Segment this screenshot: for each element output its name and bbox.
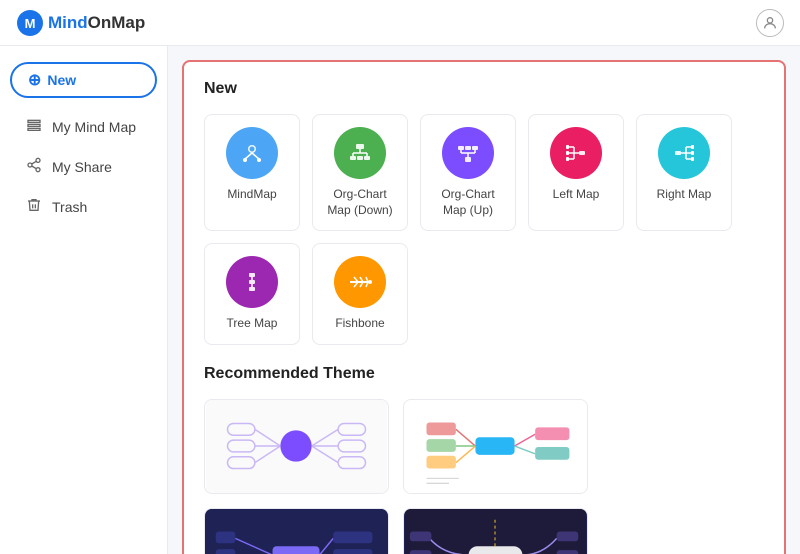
logo-icon: M [16,9,44,37]
mindmap-icon-circle [226,127,278,179]
right-map-icon-circle [658,127,710,179]
map-type-right-map[interactable]: Right Map [636,114,732,231]
mindmap-label: MindMap [227,187,276,203]
org-up-icon-circle [442,127,494,179]
share-icon [26,157,42,177]
right-map-label: Right Map [657,187,712,203]
new-section-title: New [204,80,764,98]
map-type-tree-map[interactable]: Tree Map [204,243,300,345]
map-type-mindmap[interactable]: MindMap [204,114,300,231]
fishbone-label: Fishbone [335,316,384,332]
sidebar-item-trash[interactable]: Trash [8,188,159,226]
new-label: New [47,72,76,88]
recommended-section-title: Recommended Theme [204,365,764,383]
map-type-left-map[interactable]: Left Map [528,114,624,231]
sidebar-item-label: My Share [52,159,112,175]
left-map-label: Left Map [553,187,600,203]
header: M MindOnMap [0,0,800,46]
org-up-label: Org-Chart Map (Up) [429,187,507,218]
org-down-icon-circle [334,127,386,179]
mind-map-icon [26,117,42,137]
theme-card-3[interactable] [204,508,389,554]
sidebar-item-my-mind-map[interactable]: My Mind Map [8,108,159,146]
fishbone-icon-circle [334,256,386,308]
theme-card-4[interactable] [403,508,588,554]
tree-map-icon-circle [226,256,278,308]
sidebar-item-my-share[interactable]: My Share [8,148,159,186]
svg-text:M: M [25,16,36,31]
tree-map-label: Tree Map [227,316,278,332]
map-type-fishbone[interactable]: Fishbone [312,243,408,345]
map-type-grid: MindMap [204,114,764,345]
plus-icon: ⊕ [28,70,41,90]
logo: M MindOnMap [16,9,145,37]
trash-icon [26,197,42,217]
user-avatar-button[interactable] [756,9,784,37]
org-down-label: Org-Chart Map (Down) [321,187,399,218]
content-box: New MindMap [182,60,786,554]
left-map-icon-circle [550,127,602,179]
logo-text: MindOnMap [48,13,145,33]
map-type-org-chart-up[interactable]: Org-Chart Map (Up) [420,114,516,231]
main-layout: ⊕ New My Mind Map My Share [0,46,800,554]
sidebar: ⊕ New My Mind Map My Share [0,46,168,554]
map-type-org-chart-down[interactable]: Org-Chart Map (Down) [312,114,408,231]
theme-grid [204,399,764,554]
theme-card-2[interactable] [403,399,588,494]
theme-card-1[interactable] [204,399,389,494]
sidebar-item-label: My Mind Map [52,119,136,135]
sidebar-item-label: Trash [52,199,87,215]
main-content: New MindMap [168,46,800,554]
new-button[interactable]: ⊕ New [10,62,157,98]
